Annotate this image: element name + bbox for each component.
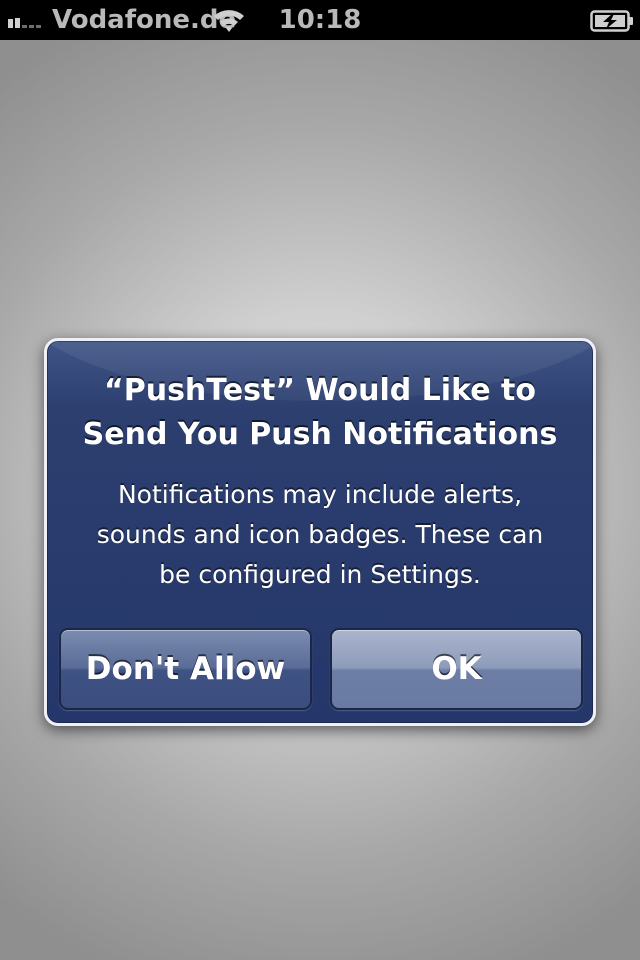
wifi-icon: [214, 10, 244, 32]
ok-button[interactable]: OK: [330, 628, 583, 710]
push-permission-alert: “PushTest” Would Like to Send You Push N…: [44, 338, 596, 726]
carrier-name: Vodafone.de: [52, 5, 237, 35]
alert-message-line: be configured in Settings.: [159, 560, 481, 589]
alert-message-line: sounds and icon badges. These can: [96, 520, 544, 549]
alert-title-line: Send You Push Notifications: [82, 417, 558, 452]
battery-charging-icon: [590, 10, 633, 32]
status-bar: Vodafone.de 10:18: [0, 0, 640, 40]
dont-allow-button[interactable]: Don't Allow: [59, 628, 312, 710]
alert-title: “PushTest” Would Like to Send You Push N…: [57, 369, 583, 457]
clock-time: 10:18: [278, 5, 362, 35]
signal-icon: [8, 16, 48, 28]
alert-message: Notifications may include alerts, sounds…: [57, 475, 583, 595]
alert-title-line: “PushTest” Would Like to: [104, 373, 536, 408]
app-background: “PushTest” Would Like to Send You Push N…: [0, 40, 640, 960]
alert-message-line: Notifications may include alerts,: [117, 480, 523, 509]
